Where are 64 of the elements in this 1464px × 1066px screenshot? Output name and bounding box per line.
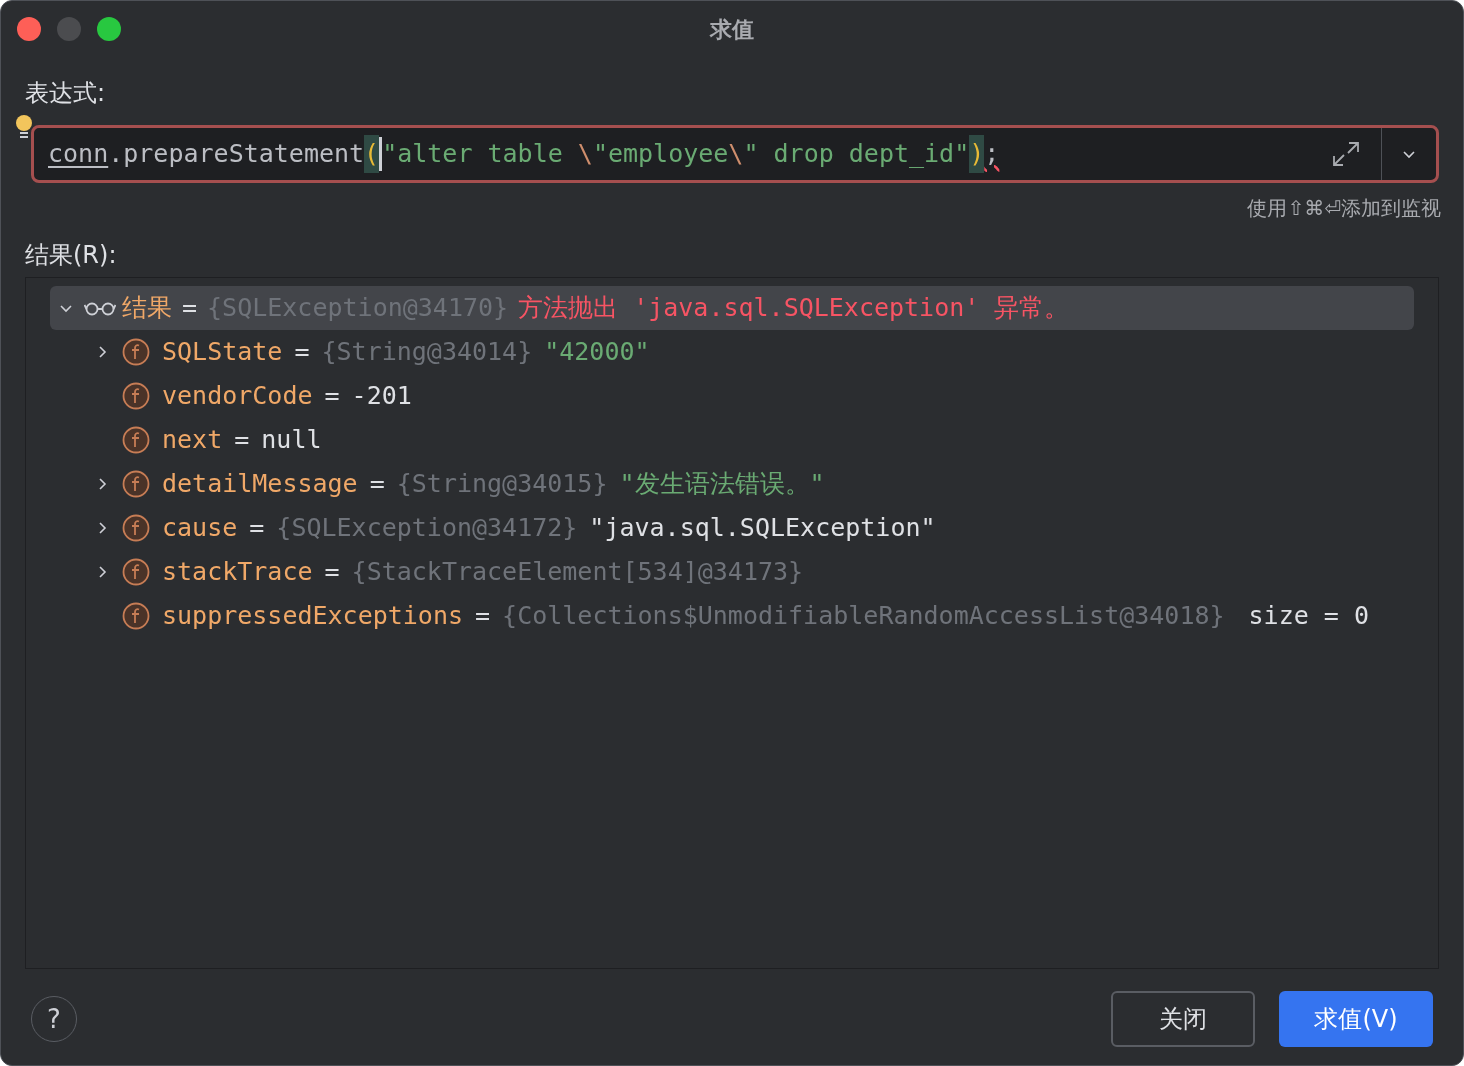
- field-icon: [122, 514, 150, 542]
- field-name: stackTrace: [162, 556, 313, 589]
- tree-row[interactable]: cause = {SQLException@34172} "java.sql.SQLException": [50, 506, 1414, 550]
- field-name: SQLState: [162, 336, 283, 369]
- type-label: {String@34014}: [321, 336, 533, 369]
- field-icon: [122, 470, 150, 498]
- type-label: {Collections$UnmodifiableRandomAccessList@34018}: [502, 600, 1225, 633]
- code-token: "alter table: [382, 138, 564, 171]
- expand-icon[interactable]: [1331, 139, 1361, 169]
- zoom-window-icon[interactable]: [97, 17, 121, 41]
- code-token: (: [364, 135, 380, 173]
- text-caret: [379, 137, 383, 171]
- expression-label: 表达式:: [25, 78, 106, 109]
- field-value: "java.sql.SQLException": [589, 512, 936, 545]
- equals-sign: =: [324, 380, 340, 413]
- code-token: ): [969, 135, 985, 173]
- code-token: "employee: [592, 138, 729, 171]
- tree-row[interactable]: vendorCode = -201: [50, 374, 1414, 418]
- exception-message: 方法抛出 'java.sql.SQLException' 异常。: [518, 292, 1070, 325]
- code-token: \: [728, 138, 744, 171]
- close-window-icon[interactable]: [17, 17, 41, 41]
- close-button[interactable]: 关闭: [1111, 991, 1255, 1047]
- equals-sign: =: [249, 512, 265, 545]
- field-name: suppressedExceptions: [162, 600, 464, 633]
- equals-sign: =: [294, 336, 310, 369]
- field-name: next: [162, 424, 223, 457]
- variable-name: 结果: [122, 292, 172, 325]
- expression-field[interactable]: conn.prepareStatement("alter table \"employee\" drop dept_id");: [31, 125, 1439, 183]
- size-label: size = 0: [1248, 600, 1369, 633]
- evaluate-button[interactable]: 求值(V): [1279, 991, 1433, 1047]
- tree-row[interactable]: suppressedExceptions = {Collections$UnmodifiableRandomAccessList@34018} size = 0: [50, 594, 1414, 638]
- tree-row[interactable]: stackTrace = {StackTraceElement[534]@34173}: [50, 550, 1414, 594]
- field-name: cause: [162, 512, 238, 545]
- equals-sign: =: [324, 556, 340, 589]
- field-name: vendorCode: [162, 380, 313, 413]
- type-label: {StackTraceElement[534]@34173}: [351, 556, 804, 589]
- window-title: 求值: [710, 15, 754, 44]
- field-icon: [122, 558, 150, 586]
- type-label: {SQLException@34172}: [276, 512, 578, 545]
- equals-sign: =: [369, 468, 385, 501]
- code-token: .prepareStatement: [108, 138, 365, 171]
- field-icon: [122, 338, 150, 366]
- result-label: 结果(R):: [25, 240, 117, 271]
- tree-row[interactable]: SQLState = {String@34014} "42000": [50, 330, 1414, 374]
- code-token: " drop dept_id": [743, 138, 970, 171]
- field-icon: [122, 602, 150, 630]
- field-value: null: [261, 424, 322, 457]
- field-value: "发生语法错误。": [619, 468, 825, 501]
- field-icon: [122, 382, 150, 410]
- hint-text: 使用⇧⌘⏎添加到监视: [1247, 195, 1441, 222]
- field-icon: [122, 426, 150, 454]
- equals-sign: =: [234, 424, 250, 457]
- type-label: {String@34015}: [396, 468, 608, 501]
- field-value: -201: [351, 380, 412, 413]
- equals-sign: =: [182, 292, 198, 325]
- code-token: conn: [48, 138, 109, 171]
- code-token: \: [577, 138, 593, 171]
- tree-row[interactable]: detailMessage = {String@34015} "发生语法错误。": [50, 462, 1414, 506]
- glasses-icon: [84, 300, 116, 316]
- code-token: ;: [984, 138, 1000, 171]
- field-value: "42000": [544, 336, 650, 369]
- equals-sign: =: [475, 600, 491, 633]
- field-name: detailMessage: [162, 468, 358, 501]
- tree-row[interactable]: next = null: [50, 418, 1414, 462]
